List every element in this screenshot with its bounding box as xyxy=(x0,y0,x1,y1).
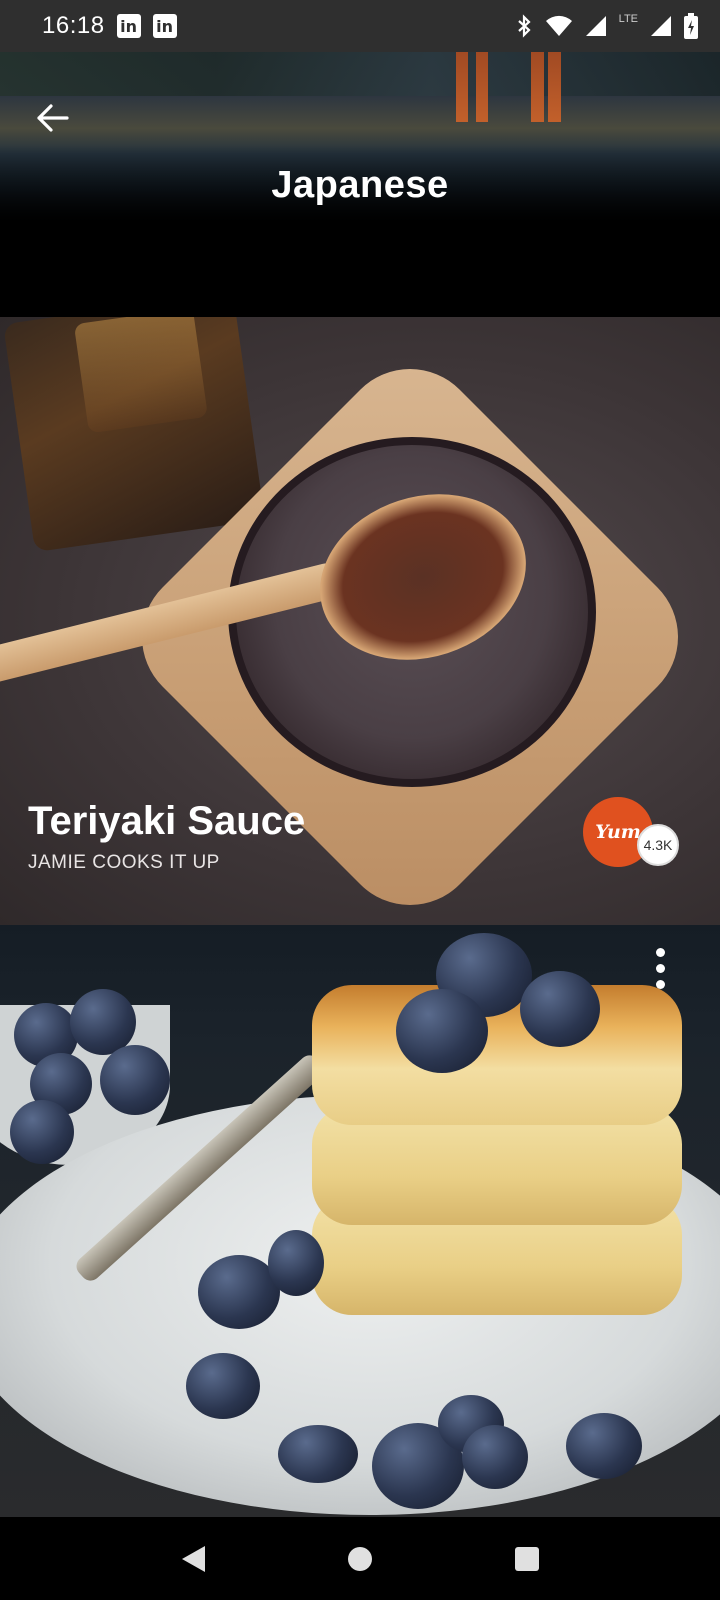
bluetooth-icon xyxy=(517,14,531,38)
blueberry xyxy=(396,989,488,1073)
torii-gate-pillar xyxy=(476,52,488,122)
home-circle-icon xyxy=(347,1546,372,1571)
recipe-title: Teriyaki Sauce xyxy=(28,799,306,843)
nav-back-button[interactable] xyxy=(163,1529,223,1589)
wifi-icon xyxy=(545,15,572,36)
network-type-label: LTE xyxy=(618,13,638,25)
signal-icon xyxy=(651,16,671,36)
system-nav-bar xyxy=(0,1517,720,1600)
header-hills xyxy=(0,52,720,96)
blueberry xyxy=(278,1425,358,1483)
battery-icon xyxy=(684,13,698,39)
more-vert-icon xyxy=(655,947,665,957)
blueberry xyxy=(268,1230,324,1296)
category-header: Japanese xyxy=(0,52,720,317)
torii-gate-pillar xyxy=(456,52,468,122)
status-left: 16:18 in in xyxy=(42,12,177,40)
arrow-left-icon xyxy=(37,104,69,132)
blueberry xyxy=(520,971,600,1047)
recipe-source[interactable]: JAMIE COOKS IT UP xyxy=(28,852,220,874)
blueberry xyxy=(462,1425,528,1489)
blueberry xyxy=(566,1413,642,1479)
linkedin-icon: in xyxy=(152,14,177,38)
sauce-bottle-image xyxy=(3,317,265,553)
blueberry xyxy=(100,1045,170,1115)
recents-square-icon xyxy=(514,1546,539,1571)
signal-icon xyxy=(585,16,606,36)
status-right: LTE xyxy=(515,13,698,39)
yum-count-badge: 4.3K xyxy=(637,824,679,866)
torii-gate-pillar xyxy=(548,52,561,122)
blueberry xyxy=(186,1353,260,1419)
status-time: 16:18 xyxy=(42,12,105,39)
bottle-shine xyxy=(73,317,208,434)
more-vert-icon xyxy=(655,963,665,973)
recipe-card[interactable] xyxy=(0,925,720,1517)
nav-recents-button[interactable] xyxy=(497,1529,557,1589)
recipe-card[interactable]: Teriyaki Sauce JAMIE COOKS IT UP Yum 4.3… xyxy=(0,317,720,925)
linkedin-icon: in xyxy=(116,14,141,38)
more-vert-icon xyxy=(655,979,665,989)
nav-home-button[interactable] xyxy=(330,1529,390,1589)
back-triangle-icon xyxy=(182,1545,206,1572)
blueberry xyxy=(10,1100,74,1164)
more-options-button[interactable] xyxy=(645,943,675,993)
torii-gate-pillar xyxy=(531,52,544,122)
back-button[interactable] xyxy=(28,94,76,142)
status-bar: 16:18 in in LTE xyxy=(0,0,720,52)
page-title: Japanese xyxy=(271,164,449,206)
